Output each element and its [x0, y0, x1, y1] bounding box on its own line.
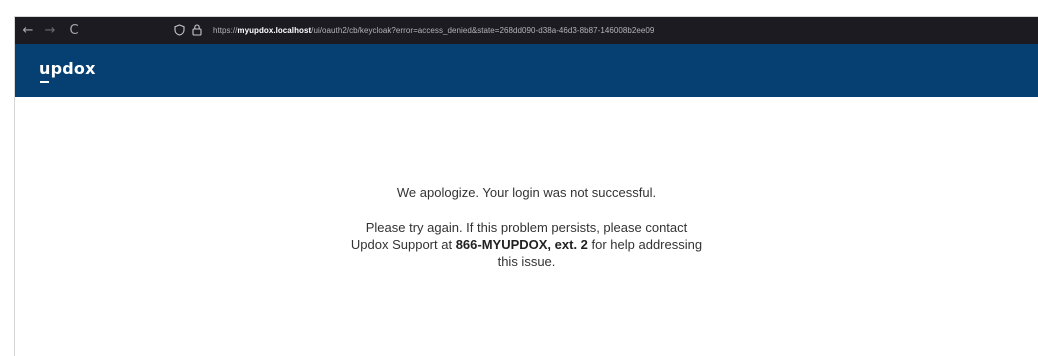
- browser-toolbar: ← → C https://myupdox.localhost/ui/oauth…: [15, 17, 1038, 44]
- updox-logo[interactable]: updox: [39, 59, 96, 78]
- lock-icon[interactable]: [191, 17, 205, 44]
- reload-icon[interactable]: C: [65, 17, 83, 44]
- apology-message: We apologize. Your login was not success…: [396, 185, 657, 200]
- url-host: myupdox.localhost: [237, 26, 312, 35]
- retry-message: Please try again. If this problem persis…: [347, 219, 707, 270]
- address-bar[interactable]: https://myupdox.localhost/ui/oauth2/cb/k…: [173, 17, 1038, 44]
- logo-underline: [40, 81, 49, 83]
- url-text[interactable]: https://myupdox.localhost/ui/oauth2/cb/k…: [213, 26, 654, 35]
- url-scheme: https://: [213, 26, 238, 35]
- forward-arrow-icon[interactable]: →: [41, 17, 59, 44]
- support-phone: 866-MYUPDOX, ext. 2: [455, 237, 588, 252]
- browser-window: ← → C https://myupdox.localhost/ui/oauth…: [14, 16, 1038, 356]
- shield-icon[interactable]: [173, 17, 187, 44]
- url-path: /ui/oauth2/cb/keycloak?error=access_deni…: [311, 26, 655, 35]
- back-arrow-icon[interactable]: ←: [19, 17, 37, 44]
- app-header: updox: [15, 44, 1038, 97]
